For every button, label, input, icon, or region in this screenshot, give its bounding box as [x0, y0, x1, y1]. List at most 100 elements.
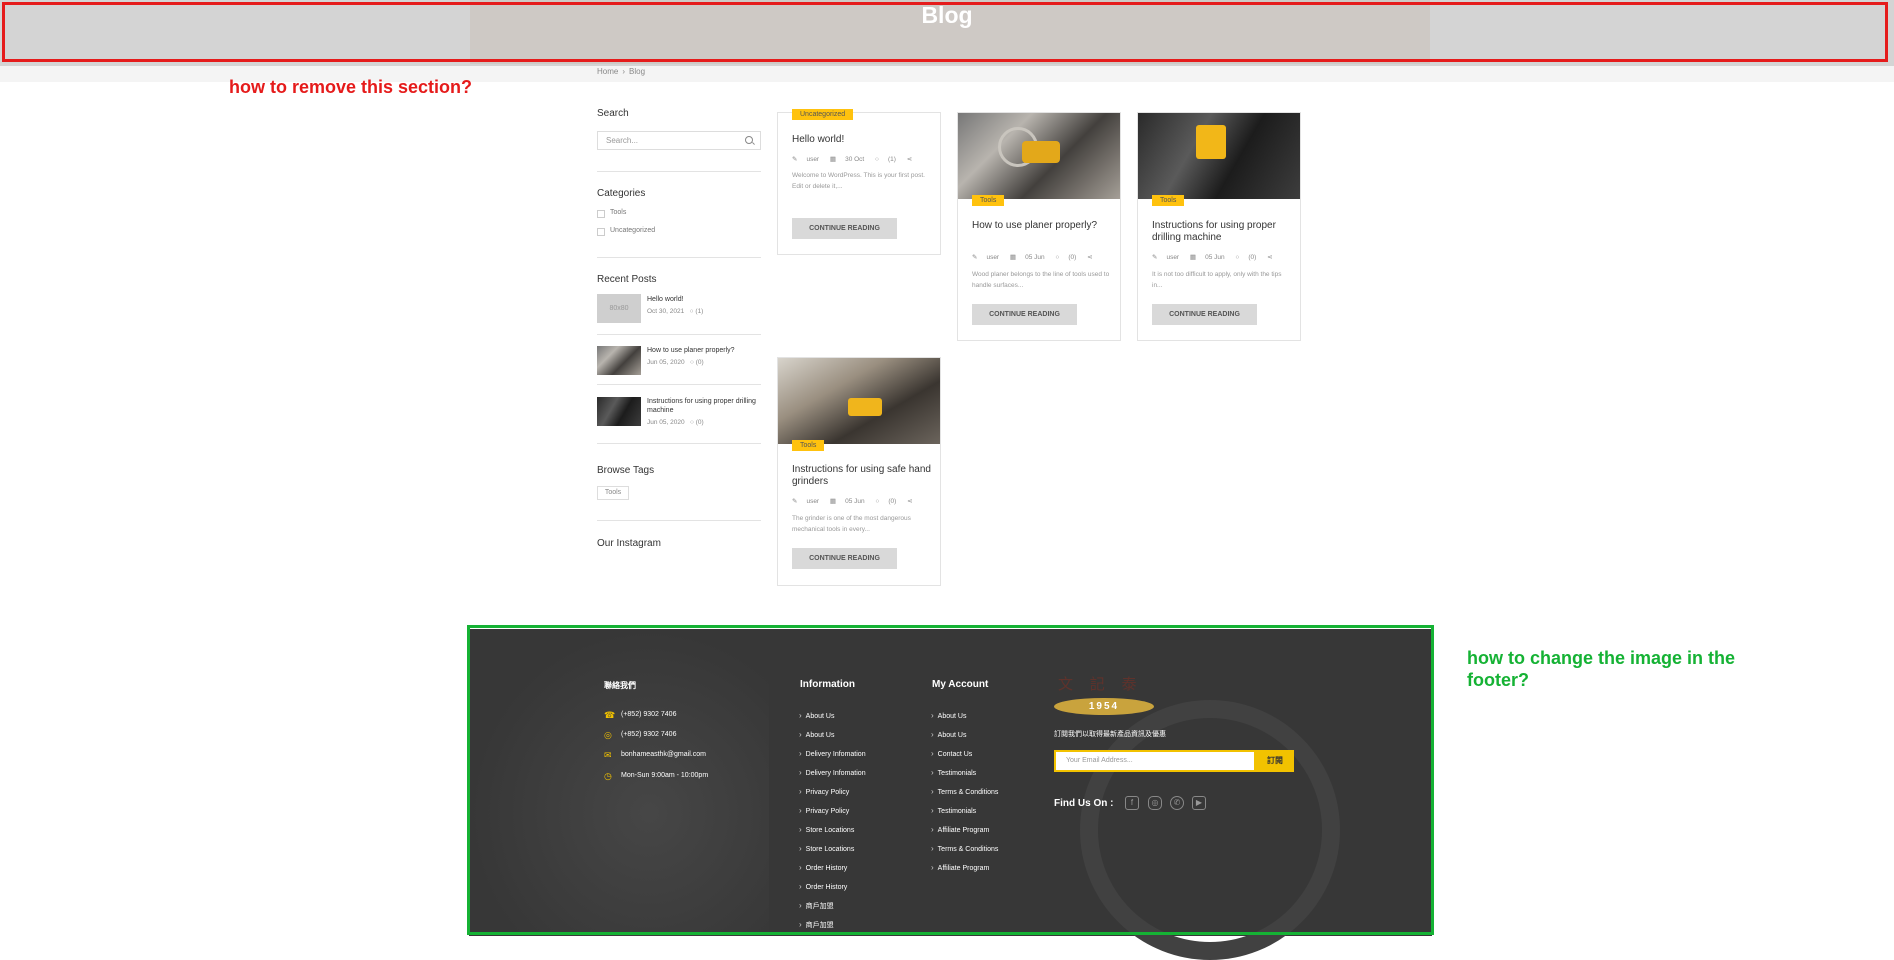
post-image-planer[interactable]	[958, 113, 1120, 199]
share-icon[interactable]: ⋖	[1267, 254, 1272, 261]
recent-post-comments: (0)	[695, 359, 704, 366]
post-title[interactable]: Instructions for using safe hand grinder…	[792, 464, 932, 488]
continue-reading-button[interactable]: CONTINUE READING	[792, 548, 897, 569]
post-author[interactable]: user	[806, 498, 819, 505]
post-card: Tools How to use planer properly? ✎ user …	[957, 112, 1121, 341]
post-image-grinder[interactable]	[778, 358, 940, 444]
recent-post-title[interactable]: Hello world!	[647, 295, 759, 304]
search-widget-title: Search	[597, 108, 629, 119]
annotation-remove-section: how to remove this section?	[229, 77, 473, 97]
post-excerpt: It is not too difficult to apply, only w…	[1152, 271, 1282, 289]
annotation-footer-image: how to change the image in the footer?	[1467, 648, 1736, 690]
calendar-icon: ▦	[1189, 254, 1197, 261]
continue-reading-button[interactable]: CONTINUE READING	[972, 304, 1077, 325]
post-title[interactable]: Hello world!	[792, 134, 932, 146]
continue-reading-button[interactable]: CONTINUE READING	[1152, 304, 1257, 325]
category-checkbox-uncategorized[interactable]	[597, 228, 605, 236]
recent-post-comments: (0)	[695, 419, 704, 426]
post-comments[interactable]: (0)	[1248, 254, 1256, 261]
annotation-red-box	[2, 2, 1888, 62]
recent-post-thumb-drill[interactable]	[597, 397, 641, 426]
breadcrumb-home[interactable]: Home	[597, 67, 618, 76]
recent-post-thumb-planer[interactable]	[597, 346, 641, 375]
post-category-badge[interactable]: Uncategorized	[792, 109, 854, 120]
post-meta: ✎ user ▦ 05 Jun ○ (0) ⋖	[792, 497, 922, 505]
author-icon: ✎	[1152, 254, 1158, 261]
recent-post-date: Jun 05, 2020	[647, 419, 685, 426]
post-comments[interactable]: (0)	[888, 498, 896, 505]
sidebar-divider	[597, 334, 761, 335]
share-icon[interactable]: ⋖	[907, 498, 912, 505]
post-excerpt: Wood planer belongs to the line of tools…	[972, 271, 1110, 289]
comment-icon: ○	[1055, 254, 1060, 261]
post-author[interactable]: user	[1166, 254, 1179, 261]
post-card: Uncategorized Hello world! ✎ user ▦ 30 Oct…	[777, 109, 941, 255]
category-checkbox-tools[interactable]	[597, 210, 605, 218]
comment-icon: ○	[875, 498, 880, 505]
breadcrumb-current: Blog	[629, 67, 646, 76]
post-excerpt: Welcome to WordPress. This is your first…	[792, 172, 925, 190]
browse-tags-title: Browse Tags	[597, 465, 655, 476]
calendar-icon: ▦	[829, 156, 837, 163]
post-author[interactable]: user	[806, 156, 819, 163]
post-meta: ✎ user ▦ 30 Oct ○ (1) ⋖	[792, 155, 921, 163]
sidebar-divider	[597, 171, 761, 172]
post-image-drill[interactable]	[1138, 113, 1300, 199]
comment-icon: ○	[875, 156, 879, 163]
share-icon[interactable]: ⋖	[1087, 254, 1092, 261]
comment-icon: ○	[689, 308, 694, 315]
post-meta: ✎ user ▦ 05 Jun ○ (0) ⋖	[972, 253, 1102, 261]
author-icon: ✎	[792, 498, 798, 505]
post-author[interactable]: user	[986, 254, 999, 261]
breadcrumb: Home › Blog	[597, 66, 649, 78]
post-excerpt: The grinder is one of the most dangerous…	[792, 515, 911, 533]
recent-post-meta: Jun 05, 2020 ○ (0)	[647, 419, 704, 426]
comment-icon: ○	[690, 419, 694, 426]
post-title[interactable]: Instructions for using proper drilling m…	[1152, 220, 1292, 244]
tool-body-shape	[1022, 141, 1060, 163]
recent-post-meta: Jun 05, 2020 ○ (0)	[647, 359, 704, 366]
search-input[interactable]: Search...	[597, 131, 761, 150]
post-category-badge[interactable]: Tools	[972, 195, 1005, 206]
post-title[interactable]: How to use planer properly?	[972, 220, 1112, 232]
comment-icon: ○	[1235, 254, 1240, 261]
annotation-green-box	[467, 625, 1434, 935]
post-comments[interactable]: (0)	[1068, 254, 1076, 261]
continue-reading-button[interactable]: CONTINUE READING	[792, 218, 897, 239]
comment-icon: ○	[690, 359, 694, 366]
instagram-title: Our Instagram	[597, 538, 661, 549]
post-date: 05 Jun	[845, 498, 865, 505]
recent-post-comments: (1)	[695, 308, 704, 315]
recent-post-meta: Oct 30, 2021 ○ (1)	[647, 308, 703, 315]
category-uncategorized[interactable]: Uncategorized	[610, 227, 655, 234]
recent-post-date: Oct 30, 2021	[647, 308, 685, 315]
tag-tools[interactable]: Tools	[597, 486, 629, 500]
sidebar-divider	[597, 520, 761, 521]
post-date: 05 Jun	[1025, 254, 1045, 261]
recent-post-thumb-placeholder[interactable]: 80x80	[597, 294, 641, 323]
post-meta: ✎ user ▦ 05 Jun ○ (0) ⋖	[1152, 253, 1282, 261]
recent-post-date: Jun 05, 2020	[647, 359, 685, 366]
recent-post-title[interactable]: Instructions for using proper drilling m…	[647, 397, 759, 415]
tool-body-shape	[1196, 125, 1226, 159]
calendar-icon: ▦	[829, 498, 837, 505]
tool-body-shape	[848, 398, 882, 416]
post-category-badge[interactable]: Tools	[1152, 195, 1185, 206]
category-tools[interactable]: Tools	[610, 209, 626, 216]
post-comments[interactable]: (1)	[888, 156, 896, 163]
recent-post-title[interactable]: How to use planer properly?	[647, 346, 759, 355]
sidebar-divider	[597, 384, 761, 385]
sidebar-divider	[597, 443, 761, 444]
post-category-badge[interactable]: Tools	[792, 440, 825, 451]
sidebar-divider	[597, 257, 761, 258]
search-placeholder: Search...	[606, 136, 639, 145]
share-icon[interactable]: ⋖	[907, 156, 912, 163]
search-icon[interactable]	[745, 136, 753, 144]
categories-title: Categories	[597, 188, 646, 199]
post-card: Tools Instructions for using safe hand g…	[777, 357, 941, 586]
post-date: 30 Oct	[845, 156, 865, 163]
post-date: 05 Jun	[1205, 254, 1225, 261]
recent-posts-title: Recent Posts	[597, 274, 657, 285]
post-card: Tools Instructions for using proper dril…	[1137, 112, 1301, 341]
calendar-icon: ▦	[1009, 254, 1017, 261]
